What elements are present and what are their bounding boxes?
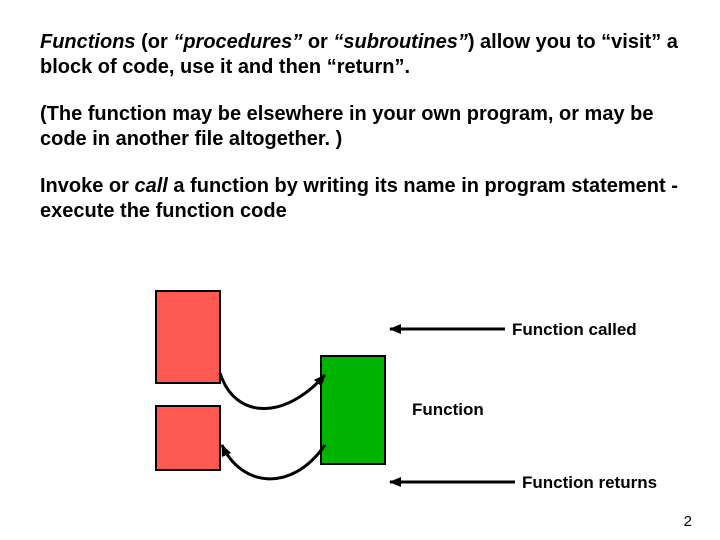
label-function: Function: [412, 400, 484, 420]
label-function-called: Function called: [512, 320, 637, 340]
paragraph-elsewhere: (The function may be elsewhere in your o…: [40, 102, 680, 152]
label-function-returns: Function returns: [522, 473, 657, 493]
word-call: call: [134, 175, 167, 197]
paragraph-invoke: Invoke or call a function by writing its…: [40, 174, 680, 224]
function-call-diagram: Function called Function Function return…: [130, 285, 690, 515]
text: (or: [136, 31, 174, 53]
paragraph-functions-intro: Functions (or “procedures” or “subroutin…: [40, 30, 680, 80]
word-procedures: “procedures”: [173, 31, 302, 53]
text: Invoke or: [40, 175, 134, 197]
slide-number: 2: [684, 513, 692, 530]
text: or: [302, 31, 333, 53]
word-functions: Functions: [40, 31, 136, 53]
word-subroutines: “subroutines”: [333, 31, 467, 53]
